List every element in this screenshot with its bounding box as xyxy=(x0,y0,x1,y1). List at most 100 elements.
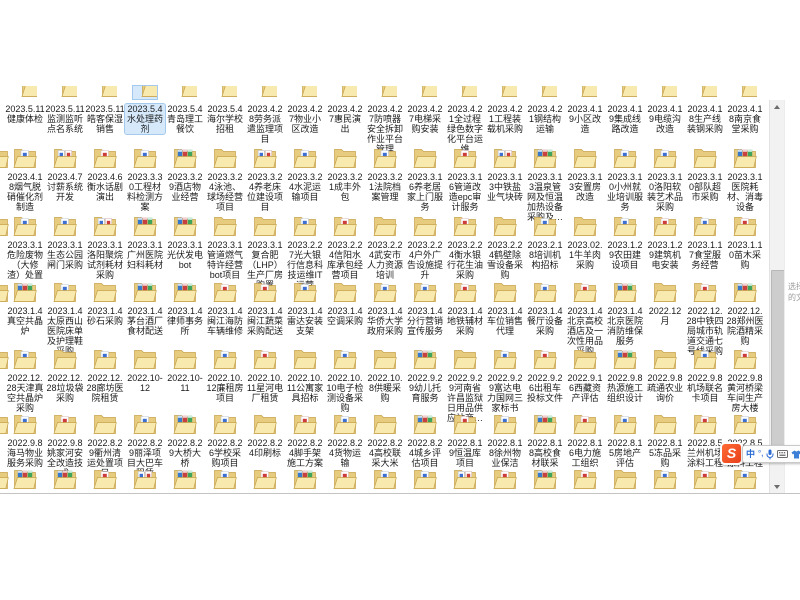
folder-icon xyxy=(13,146,37,170)
folder-icon xyxy=(413,214,437,238)
ime-button-bar[interactable]: 中 °, xyxy=(742,445,800,463)
folder-icon xyxy=(293,347,317,371)
folder-label: 2023.1.10苗木采购 xyxy=(725,240,765,270)
folder-label: 2022.8.24城乡评估项目 xyxy=(405,438,445,468)
scrollbar-thumb[interactable] xyxy=(771,270,785,462)
folder-icon xyxy=(413,280,437,304)
folder-label: 2023.3.24水泥运输项目 xyxy=(285,172,325,202)
folder-icon xyxy=(53,146,77,170)
folder-label: 2023.3.10部队超市采购 xyxy=(685,172,725,202)
scrollbar-down-arrow-icon[interactable] xyxy=(770,480,784,493)
folder-label: 2023.3.10小州就业培训服务 xyxy=(605,172,645,212)
folder-icon xyxy=(453,280,477,304)
folder-icon xyxy=(373,280,397,304)
folder-label: 2023.4.18生产线装钢采购 xyxy=(685,104,725,134)
folder-label: 2022.12.28郑州医院酒精采购 xyxy=(725,306,765,346)
folder-icon xyxy=(261,86,277,99)
folder-icon xyxy=(541,86,557,99)
folder-icon xyxy=(0,347,9,371)
vertical-scrollbar[interactable] xyxy=(769,100,785,493)
folder-icon xyxy=(61,86,77,99)
folder-icon xyxy=(173,412,197,436)
folder-icon xyxy=(453,146,477,170)
ime-punctuation-button[interactable]: °, xyxy=(758,447,763,461)
folder-label: 2023.4.27惠民演出 xyxy=(325,104,365,134)
folder-label: 2022.9.8黄河桥梁车间生产房大楼 xyxy=(725,373,765,413)
folder-icon xyxy=(421,86,437,99)
ime-keyboard-icon[interactable] xyxy=(777,450,788,458)
folder-label: 2023.2.18培训机构招标 xyxy=(525,240,565,270)
folder-icon xyxy=(493,412,517,436)
folder-icon xyxy=(413,467,437,491)
folder-icon xyxy=(733,146,757,170)
folder-label: 2022.10.11公寓家具招标 xyxy=(285,373,325,403)
folder-label: 2022.10.12廉租房项目 xyxy=(205,373,245,403)
folder-label: 2022.9.8热源施工组织设计 xyxy=(605,373,645,403)
folder-label: 2023.4.18烟气脱硝催化剂制造 xyxy=(5,172,45,212)
folder-icon xyxy=(533,347,557,371)
folder-icon xyxy=(133,467,157,491)
folder-label: 2022.9.29富达电力国网三家标书 xyxy=(485,373,525,413)
folder-icon xyxy=(701,86,717,99)
folder-label: 2022.8.24印刷标 xyxy=(245,438,285,458)
folder-icon xyxy=(213,146,237,170)
folder-icon xyxy=(133,214,157,238)
ime-chinese-mode-button[interactable]: 中 xyxy=(746,447,755,461)
folder-icon xyxy=(733,467,757,491)
folder-icon xyxy=(213,214,237,238)
folder-icon xyxy=(581,86,597,99)
folder-icon xyxy=(733,280,757,304)
folder-label: 2023.1.4砂石采购 xyxy=(85,306,125,326)
folder-icon xyxy=(653,280,677,304)
folder-label: 2023.4.28劳务派遣监理项目 xyxy=(245,104,285,144)
folder-label: 2022.8.19恒温库项目 xyxy=(445,438,485,468)
folder-icon xyxy=(613,467,637,491)
folder-icon xyxy=(613,214,637,238)
folder-icon xyxy=(213,467,237,491)
folder-icon xyxy=(653,214,677,238)
folder-label: 2023.2.24户外广告设施提升 xyxy=(405,240,445,280)
folder-label: 2022.12.28垃圾袋采购 xyxy=(45,373,85,403)
folder-icon xyxy=(613,280,637,304)
folder-label: 2023.2.24鹤壁除雪设备采购 xyxy=(485,240,525,280)
folder-label: 2023.3.13安置房改造 xyxy=(565,172,605,202)
folder-icon xyxy=(733,214,757,238)
folder-label: 2022.10-11 xyxy=(165,373,205,393)
folder-icon xyxy=(493,347,517,371)
folder-label: 2022.12.28天津真空共晶炉采购 xyxy=(5,373,45,413)
folder-label: 2023.1.17食堂服务经营 xyxy=(685,240,725,270)
folder-icon xyxy=(333,412,357,436)
folder-icon xyxy=(653,347,677,371)
folder-label: 2022.8.26学校采购项目 xyxy=(205,438,245,468)
folder-label: 2022.8.16电力施工组织 xyxy=(565,438,605,468)
folder-icon xyxy=(0,280,9,304)
folder-icon xyxy=(741,86,757,99)
folder-icon xyxy=(293,214,317,238)
folder-label: 2023.1.4茅台酒厂食材配送 xyxy=(125,306,165,336)
ime-skin-icon[interactable] xyxy=(791,450,800,459)
folder-label: 2023.3.24泳池、球场经营项目 xyxy=(205,172,245,212)
folder-label: 2023.4.27电梯采购安装 xyxy=(405,104,445,134)
folder-icon xyxy=(613,146,637,170)
folder-label: 2023.3.24养老床位建设项目 xyxy=(245,172,285,212)
folder-label: 2023.3.10洛阳软装艺术品采购 xyxy=(645,172,685,212)
folder-label: 2023.3.1危险废物（大修渣）处置 xyxy=(5,240,45,280)
folder-icon xyxy=(293,412,317,436)
ime-microphone-icon[interactable] xyxy=(766,449,774,460)
folder-label: 2022.9.8机场联名卡项目 xyxy=(685,373,725,403)
folder-label: 2022.12月 xyxy=(645,306,685,326)
folder-icon xyxy=(613,347,637,371)
folder-label: 2022.8.5兰州机场涂料工程 xyxy=(685,438,725,468)
folder-icon xyxy=(573,146,597,170)
sogou-logo-icon[interactable]: S xyxy=(720,442,743,465)
folder-icon xyxy=(53,214,77,238)
folder-icon xyxy=(253,146,277,170)
scrollbar-up-arrow-icon[interactable] xyxy=(770,100,784,113)
folder-icon xyxy=(693,280,717,304)
folder-label: 2022.8.18徐州物业保洁 xyxy=(485,438,525,468)
folder-icon xyxy=(21,86,37,99)
folder-icon xyxy=(181,86,197,99)
folder-label: 2023.5.4青岛理工餐饮 xyxy=(165,104,205,134)
folder-label: 2023.1.4闽江蔬菜采购配送 xyxy=(245,306,285,336)
folder-icon xyxy=(173,467,197,491)
